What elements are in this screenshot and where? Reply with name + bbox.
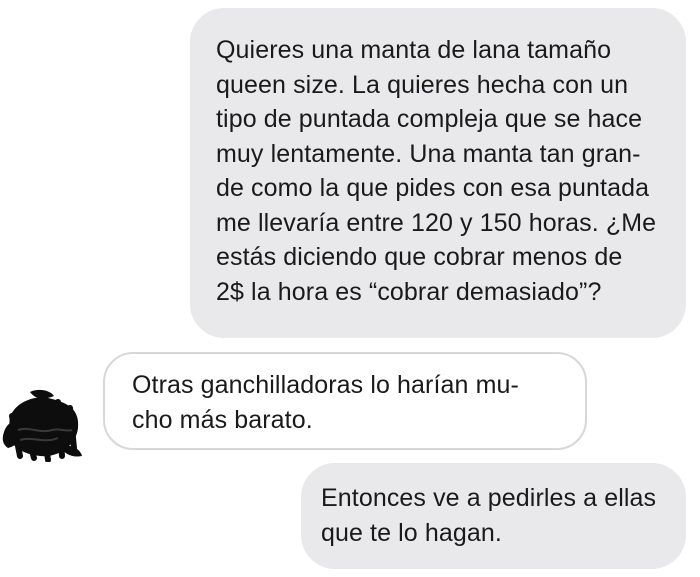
message-line: estás diciendo que cobrar menos de [216, 243, 623, 271]
sent-message-bubble[interactable]: Quieres una manta de lana tamaño queen s… [190, 8, 686, 338]
received-message-bubble[interactable]: Otras ganchilladoras lo harían mu- cho m… [103, 352, 587, 450]
message-line: tipo de puntada compleja que se hace [216, 105, 643, 133]
message-line: cho más barato. [132, 405, 313, 434]
message-line: queen size. La quieres hecha con un [216, 70, 629, 99]
scribble-icon [2, 389, 82, 463]
message-line: Entonces ve a pedirles a ellas [321, 484, 657, 512]
sent-message-bubble[interactable]: Entonces ve a pedirles a ellas que te lo… [301, 463, 686, 569]
message-line: que te lo hagan. [321, 518, 502, 547]
message-line: me llevaría entre 120 y 150 horas. ¿Me [216, 208, 657, 237]
message-line: Otras ganchilladoras lo harían mu- [132, 371, 519, 399]
message-line: Quieres una manta de lana tamaño [216, 36, 612, 64]
message-line: muy lentamente. Una manta tan gran- [216, 139, 641, 168]
avatar-redacted-scribble[interactable] [0, 386, 88, 463]
message-line: de como la que pides con esa puntada [216, 174, 650, 202]
message-line: 2$ la hora es “cobrar demasiado”? [216, 277, 602, 306]
